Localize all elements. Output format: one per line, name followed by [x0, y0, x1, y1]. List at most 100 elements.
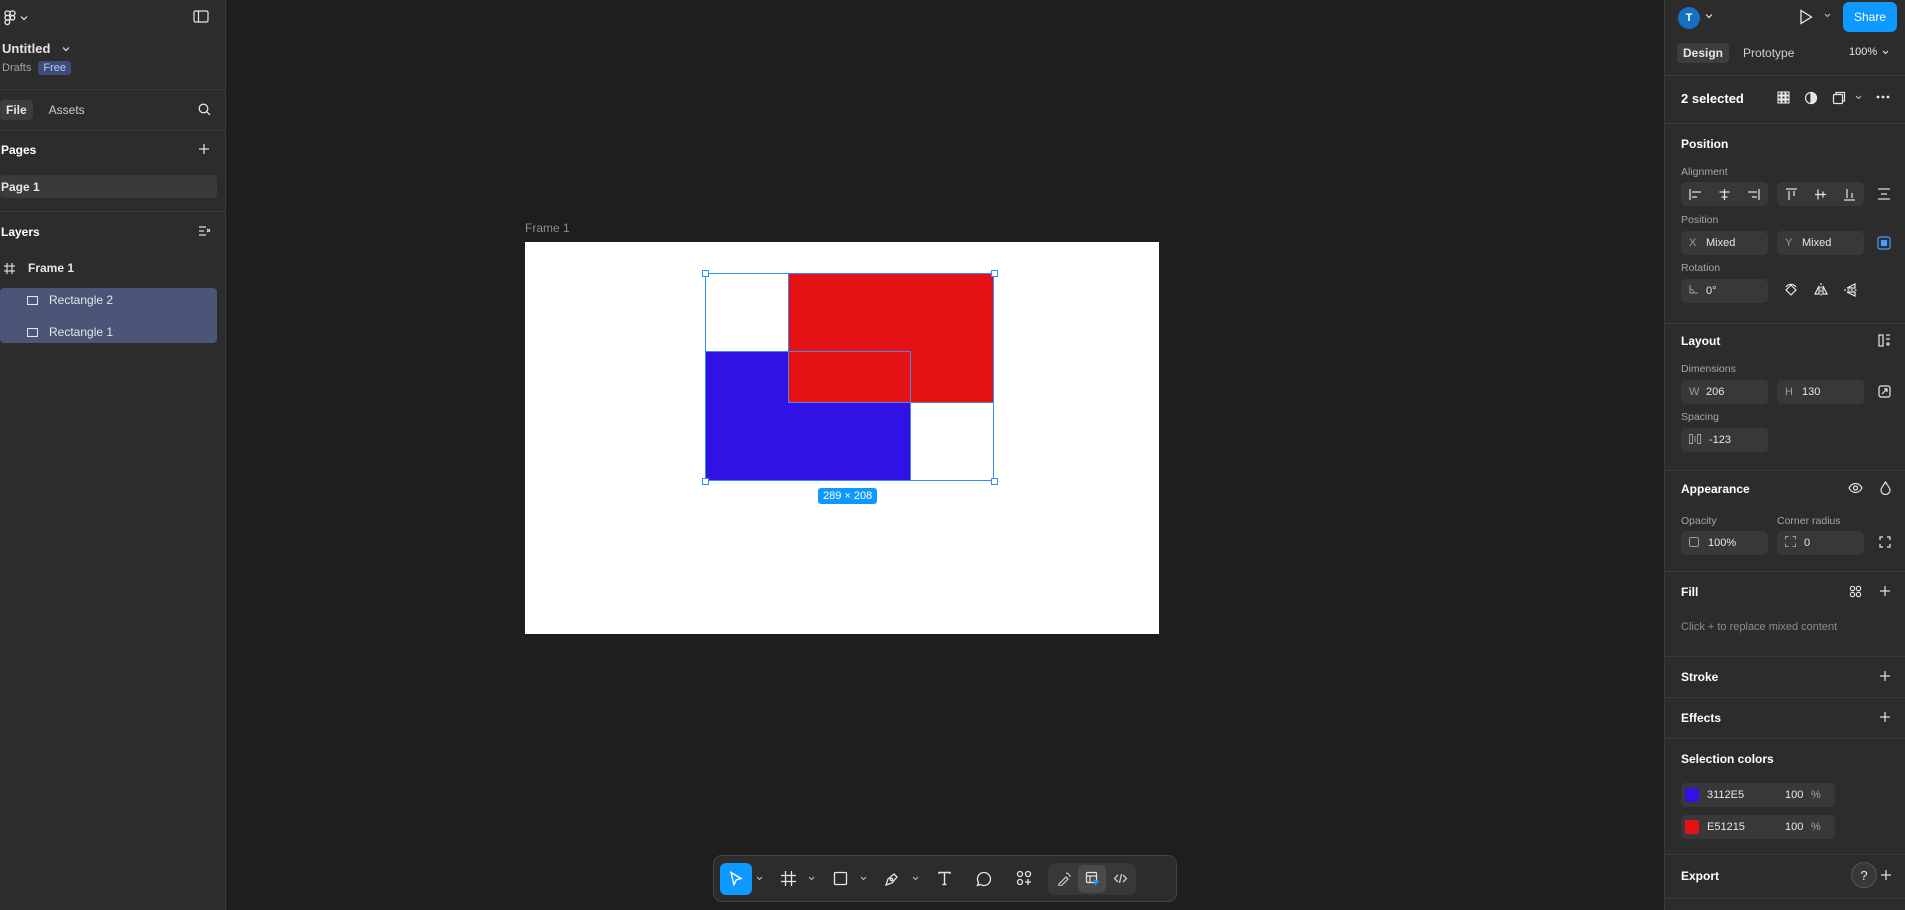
add-effect-icon[interactable]: [1879, 711, 1891, 723]
spacing-icon: [1689, 433, 1701, 447]
pen-tool[interactable]: [876, 863, 908, 895]
avatar[interactable]: T: [1678, 7, 1700, 29]
resize-handle-bottom-left[interactable]: [702, 478, 709, 485]
boolean-mask-icon[interactable]: [1804, 91, 1818, 105]
align-top-button[interactable]: [1777, 182, 1806, 206]
search-icon[interactable]: [198, 103, 211, 116]
constrain-proportions-icon[interactable]: [1878, 385, 1891, 398]
frame-label[interactable]: Frame 1: [525, 221, 570, 235]
selection-box[interactable]: [705, 273, 994, 481]
color-opacity[interactable]: 100: [1785, 821, 1811, 833]
shape-tool-menu-chevron-icon[interactable]: [856, 863, 870, 895]
align-left-button[interactable]: [1681, 182, 1710, 206]
visibility-eye-icon[interactable]: [1848, 483, 1863, 493]
tab-prototype[interactable]: Prototype: [1743, 46, 1794, 60]
independent-corners-icon[interactable]: [1879, 536, 1891, 548]
move-tool-menu-chevron-icon[interactable]: [752, 863, 766, 895]
zoom-dropdown[interactable]: 100%: [1849, 46, 1889, 58]
grid-select-icon[interactable]: [1777, 91, 1790, 104]
draw-mode-toggle[interactable]: [1050, 865, 1078, 893]
add-fill-icon[interactable]: [1879, 585, 1891, 597]
frame-tool-menu-chevron-icon[interactable]: [804, 863, 818, 895]
x-position-field[interactable]: X Mixed: [1681, 231, 1768, 255]
selection-color-row[interactable]: E51215 100 %: [1681, 815, 1835, 839]
move-tool[interactable]: [720, 862, 752, 895]
dev-mode-toggle[interactable]: [1106, 865, 1134, 893]
frame-tool[interactable]: [772, 863, 804, 895]
vertical-align-group: [1777, 182, 1864, 206]
corner-radius-field[interactable]: 0: [1777, 531, 1864, 555]
flip-horizontal-icon[interactable]: [1814, 283, 1828, 297]
pages-title: Pages: [1, 143, 37, 157]
add-stroke-icon[interactable]: [1879, 670, 1891, 682]
rotation-value: 0°: [1706, 285, 1717, 297]
y-value: Mixed: [1802, 237, 1832, 249]
page-item-label: Page 1: [1, 179, 40, 194]
add-page-icon[interactable]: [198, 143, 210, 155]
align-bottom-button[interactable]: [1835, 182, 1864, 206]
tab-file[interactable]: File: [0, 100, 33, 120]
present-menu-chevron-icon[interactable]: [1824, 13, 1831, 18]
blend-mode-drop-icon[interactable]: [1880, 481, 1891, 495]
auto-layout-icon[interactable]: [1878, 334, 1891, 347]
selection-color-row[interactable]: 3112E5 100 %: [1681, 783, 1835, 807]
component-menu-chevron-icon[interactable]: [1855, 95, 1862, 100]
file-name[interactable]: Untitled: [2, 41, 50, 56]
align-center-v-button[interactable]: [1806, 182, 1835, 206]
divider: [1665, 123, 1905, 124]
toggle-sidebar-icon[interactable]: [193, 10, 209, 23]
opacity-field[interactable]: 100%: [1681, 531, 1768, 555]
shape-tool[interactable]: [824, 863, 856, 895]
share-button[interactable]: Share: [1843, 2, 1897, 32]
color-hex[interactable]: 3112E5: [1707, 789, 1785, 801]
stroke-title: Stroke: [1681, 670, 1719, 684]
file-location[interactable]: Drafts: [2, 62, 31, 74]
frame-icon: [4, 262, 15, 274]
height-field[interactable]: H 130: [1777, 380, 1864, 404]
chevron-down-icon[interactable]: [20, 15, 28, 21]
styles-grid-icon[interactable]: [1849, 585, 1862, 598]
layer-rectangle-2[interactable]: Rectangle 2: [0, 290, 217, 310]
more-options-icon[interactable]: [1876, 95, 1890, 99]
tab-assets[interactable]: Assets: [49, 103, 85, 117]
add-export-icon[interactable]: [1880, 869, 1892, 881]
tab-design[interactable]: Design: [1677, 43, 1730, 63]
avatar-menu-chevron-icon[interactable]: [1705, 13, 1713, 19]
rotate-90-icon[interactable]: [1784, 283, 1798, 297]
help-button[interactable]: ?: [1851, 862, 1877, 888]
left-panel: Untitled Drafts Free File Assets Pages P…: [0, 0, 226, 910]
layers-options-icon[interactable]: [198, 225, 211, 237]
color-hex[interactable]: E51215: [1707, 821, 1785, 833]
design-mode-toggle[interactable]: [1078, 864, 1106, 893]
text-tool[interactable]: [928, 863, 960, 895]
component-icon[interactable]: [1832, 91, 1846, 105]
rotation-field[interactable]: 0°: [1681, 279, 1768, 303]
file-menu-chevron-icon[interactable]: [62, 46, 70, 52]
actions-tool[interactable]: [1008, 863, 1040, 895]
color-swatch-blue[interactable]: [1685, 788, 1699, 802]
color-opacity-unit: %: [1811, 821, 1821, 833]
flip-vertical-icon[interactable]: [1844, 283, 1858, 297]
y-position-field[interactable]: Y Mixed: [1777, 231, 1864, 255]
x-prefix: X: [1689, 237, 1697, 249]
divider: [1665, 75, 1905, 76]
color-swatch-red[interactable]: [1685, 820, 1699, 834]
page-item[interactable]: Page 1: [0, 175, 217, 198]
pen-tool-menu-chevron-icon[interactable]: [908, 863, 922, 895]
color-opacity[interactable]: 100: [1785, 789, 1811, 801]
comment-tool[interactable]: [968, 863, 1000, 895]
spacing-field[interactable]: -123: [1681, 428, 1768, 452]
layer-frame[interactable]: Frame 1: [0, 258, 217, 278]
present-play-icon[interactable]: [1799, 9, 1813, 25]
constraints-icon[interactable]: [1877, 236, 1891, 250]
layer-rectangle-1[interactable]: Rectangle 1: [0, 322, 217, 342]
resize-handle-top-left[interactable]: [702, 270, 709, 277]
x-value: Mixed: [1706, 237, 1736, 249]
width-field[interactable]: W 206: [1681, 380, 1768, 404]
align-center-h-button[interactable]: [1710, 182, 1739, 206]
align-right-button[interactable]: [1739, 182, 1768, 206]
resize-handle-top-right[interactable]: [991, 270, 998, 277]
resize-handle-bottom-right[interactable]: [991, 478, 998, 485]
figma-logo-icon[interactable]: [4, 10, 16, 26]
distribute-icon[interactable]: [1878, 188, 1890, 200]
